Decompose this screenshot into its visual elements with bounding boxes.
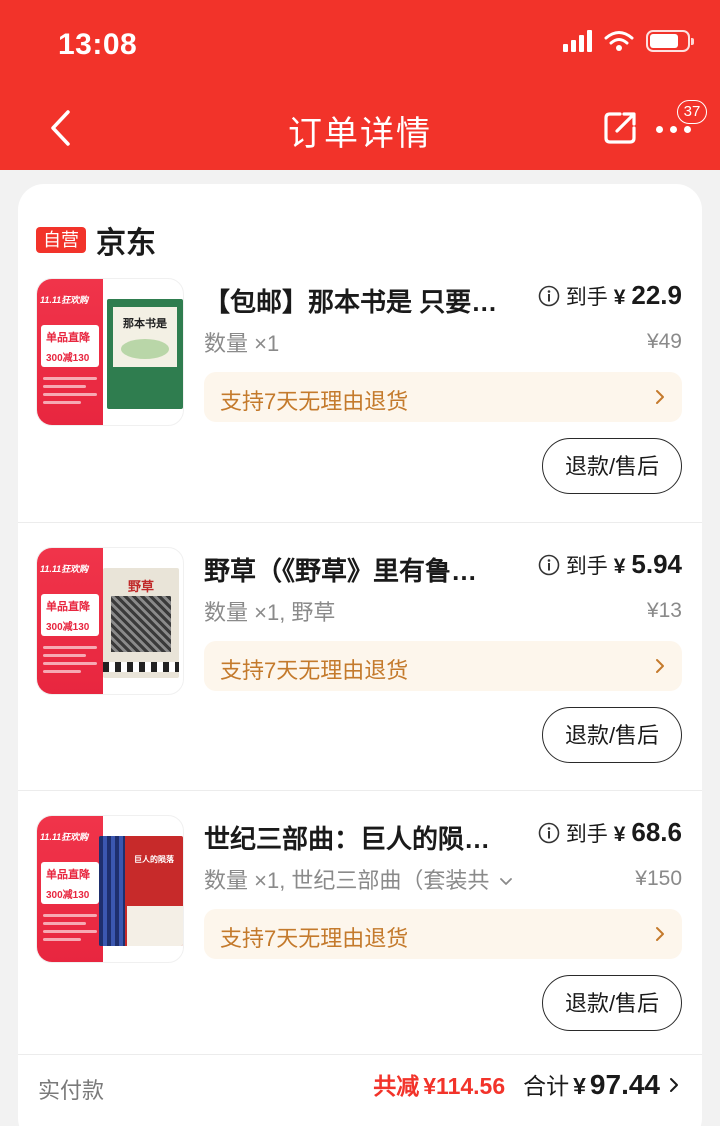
chevron-down-icon [499,878,512,886]
total-currency: ¥ [573,1073,586,1099]
product-spec: 数量 ×1 [204,331,280,356]
return-policy-text: 支持7天无理由退货 [220,658,409,683]
product-spec-text: 数量 ×1, 世纪三部曲（套装共 [204,868,490,893]
chevron-right-icon [656,659,664,673]
refund-aftersales-button[interactable]: 退款/售后 [542,975,682,1031]
battery-icon [646,30,694,52]
info-icon[interactable] [538,822,560,844]
original-price: ¥13 [646,599,682,622]
chevron-right-icon [656,390,664,404]
self-operated-tag: 自营 [36,227,86,253]
discount-amount: ¥114.56 [423,1073,506,1099]
product-thumbnail[interactable]: 11.11狂欢购 单品直降 300减130 那本书是 [36,278,184,426]
order-item: 11.11狂欢购 单品直降 300减130 那本书是 【包邮】那本书是 只要… 到… [18,254,702,522]
product-title[interactable]: 世纪三部曲：巨人的陨… [204,819,509,856]
product-spec: 数量 ×1, 野草 [204,600,336,625]
chevron-right-icon [656,927,664,941]
order-item: 11.11狂欢购 单品直降 300减130 野草 野草（《野草》里有鲁… 到手 ¥… [18,522,702,790]
wifi-icon [604,31,634,51]
promo-banner: 11.11狂欢购 单品直降 300减130 [37,548,103,694]
product-title[interactable]: 【包邮】那本书是 只要… [204,282,509,319]
refund-aftersales-button[interactable]: 退款/售后 [542,707,682,763]
return-policy-text: 支持7天无理由退货 [220,389,409,414]
status-time: 13:08 [58,28,138,61]
final-price: 到手 ¥68.6 [538,817,682,848]
order-item: 11.11狂欢购 单品直降 300减130 巨人的陨落 世纪三部曲：巨人的陨… 到… [18,790,702,1058]
refund-aftersales-button[interactable]: 退款/售后 [542,438,682,494]
original-price: ¥49 [646,330,682,353]
discount-label: 共减 [373,1073,420,1099]
cellular-signal-icon [563,30,592,52]
info-icon[interactable] [538,285,560,307]
final-price: 到手 ¥22.9 [538,280,682,311]
payment-breakdown-link[interactable]: 共减 ¥114.56 合计 ¥97.44 [373,1067,680,1101]
nav-bar: 订单详情 37 [0,92,720,162]
system-icons [563,30,694,52]
promo-banner: 11.11狂欢购 单品直降 300减130 [37,279,103,425]
paid-amount-label: 实付款 [38,1078,105,1103]
total-amount: 97.44 [589,1069,660,1100]
more-dots-icon [656,126,691,133]
return-policy-bar[interactable]: 支持7天无理由退货 [204,372,682,422]
share-button[interactable] [600,108,640,148]
app-header: 13:08 订单详情 37 [0,0,720,170]
message-count-badge: 37 [677,100,707,124]
original-price: ¥150 [635,867,682,890]
order-card: 自营 京东 11.11狂欢购 单品直降 300减130 那本书是 【包邮】那本书是… [18,184,702,1126]
product-thumbnail[interactable]: 11.11狂欢购 单品直降 300减130 巨人的陨落 [36,815,184,963]
return-policy-bar[interactable]: 支持7天无理由退货 [204,641,682,691]
return-policy-text: 支持7天无理由退货 [220,926,409,951]
info-icon[interactable] [538,554,560,576]
book-cover: 那本书是 [107,299,183,409]
return-policy-bar[interactable]: 支持7天无理由退货 [204,909,682,959]
share-icon [604,112,636,144]
product-spec[interactable]: 数量 ×1, 世纪三部曲（套装共 [204,863,514,895]
chevron-right-icon [670,1078,678,1092]
product-title[interactable]: 野草（《野草》里有鲁… [204,551,509,588]
product-thumbnail[interactable]: 11.11狂欢购 单品直降 300减130 野草 [36,547,184,695]
payment-summary: 实付款 共减 ¥114.56 合计 ¥97.44 [18,1054,702,1122]
book-cover: 野草 [103,568,179,678]
more-button[interactable]: 37 [650,100,707,152]
book-cover: 巨人的陨落 [99,836,183,946]
final-price: 到手 ¥5.94 [538,549,682,580]
total-label: 合计 [523,1073,570,1099]
status-bar: 13:08 [0,0,720,90]
promo-banner: 11.11狂欢购 单品直降 300减130 [37,816,103,962]
